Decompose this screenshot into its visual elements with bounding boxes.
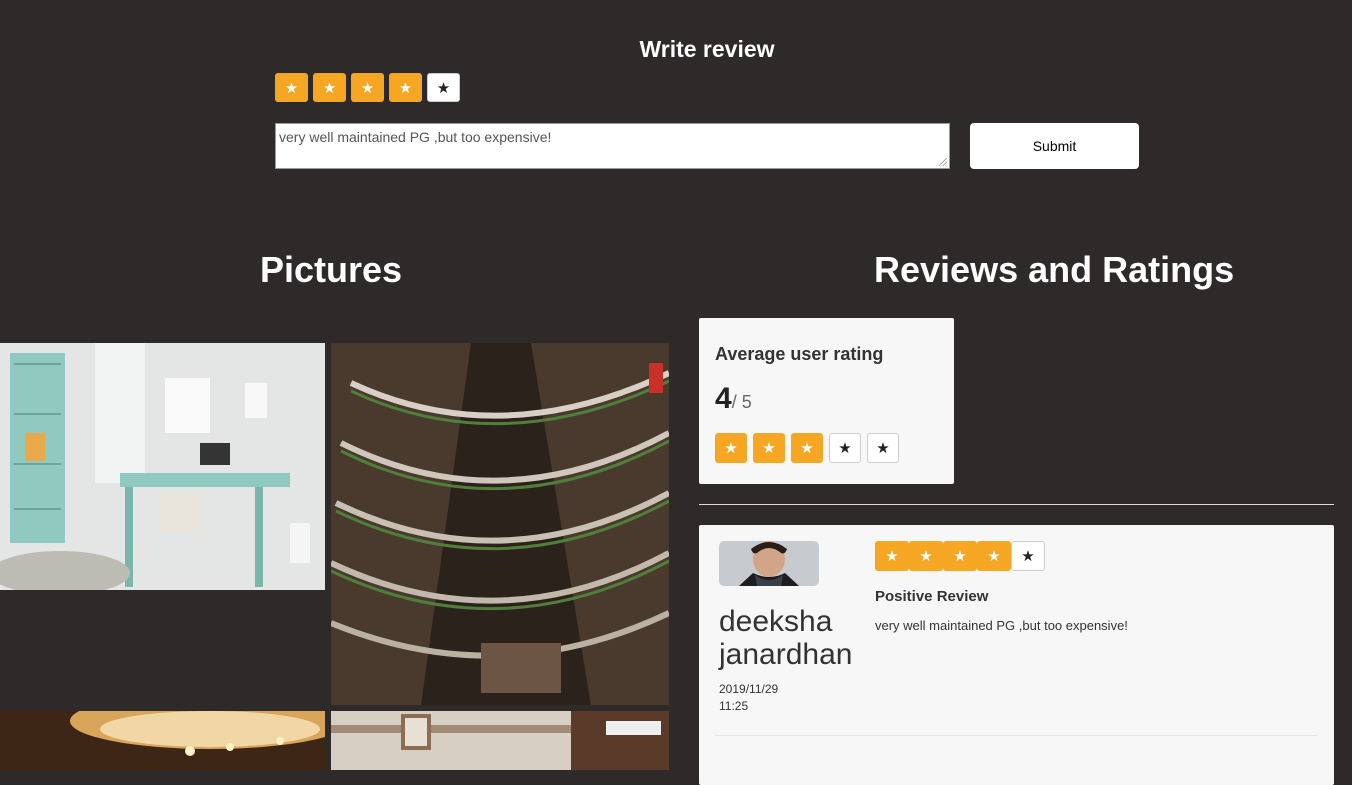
- review-star-4: ★: [977, 541, 1011, 571]
- rating-star-4[interactable]: ★: [389, 73, 422, 102]
- average-star-2: ★: [753, 433, 785, 463]
- rating-star-5[interactable]: ★: [427, 73, 460, 102]
- average-rating-label: Average user rating: [715, 344, 884, 364]
- building-atrium-photo[interactable]: [331, 343, 669, 705]
- submit-button[interactable]: Submit: [970, 123, 1139, 169]
- write-review-title: Write review: [639, 36, 775, 62]
- reviews-heading: Reviews and Ratings: [874, 249, 1235, 290]
- room-photo-ceiling[interactable]: [0, 711, 325, 770]
- review-headline: Positive Review: [875, 588, 989, 605]
- avatar: [719, 541, 819, 586]
- cropped-header-fragment: [200, 0, 220, 2]
- review-date: 2019/11/29 11:25: [719, 682, 779, 713]
- rating-star-1[interactable]: ★: [275, 73, 308, 102]
- average-rating-number: 4: [715, 382, 732, 415]
- reviews-divider: [699, 504, 1334, 505]
- review-textarea[interactable]: very well maintained PG ,but too expensi…: [275, 123, 950, 169]
- average-star-5: ★: [867, 433, 899, 463]
- review-star-5: ★: [1011, 541, 1045, 571]
- reviewer-name: deeksha janardhan: [719, 605, 853, 671]
- average-star-4: ★: [829, 433, 861, 463]
- review-separator: [715, 735, 1318, 736]
- room-photo-bedroom-illustration: [331, 711, 669, 770]
- review-item: deeksha janardhan 2019/11/29 11:25 ★ ★ ★…: [699, 525, 1334, 785]
- rating-star-2[interactable]: ★: [313, 73, 346, 102]
- review-text: very well maintained PG ,but too expensi…: [875, 618, 1128, 633]
- average-rating-card: Average user rating 4/ 5 ★ ★ ★ ★ ★: [699, 318, 954, 484]
- review-star-3: ★: [943, 541, 977, 571]
- room-photo-study[interactable]: [0, 343, 325, 590]
- review-textarea-value: very well maintained PG ,but too expensi…: [279, 129, 552, 145]
- room-photo-ceiling-illustration: [0, 711, 325, 770]
- resize-handle-icon[interactable]: [939, 158, 947, 166]
- room-photo-bedroom[interactable]: [331, 711, 669, 770]
- average-star-1: ★: [715, 433, 747, 463]
- review-star-2: ★: [909, 541, 943, 571]
- pictures-heading: Pictures: [260, 249, 403, 290]
- average-star-3: ★: [791, 433, 823, 463]
- average-rating-suffix: / 5: [731, 392, 752, 412]
- review-star-1: ★: [875, 541, 909, 571]
- building-atrium-illustration: [331, 343, 669, 705]
- rating-star-3[interactable]: ★: [351, 73, 384, 102]
- room-photo-study-illustration: [0, 343, 325, 590]
- average-rating-value: 4/ 5: [715, 382, 752, 416]
- avatar-image: [719, 541, 819, 586]
